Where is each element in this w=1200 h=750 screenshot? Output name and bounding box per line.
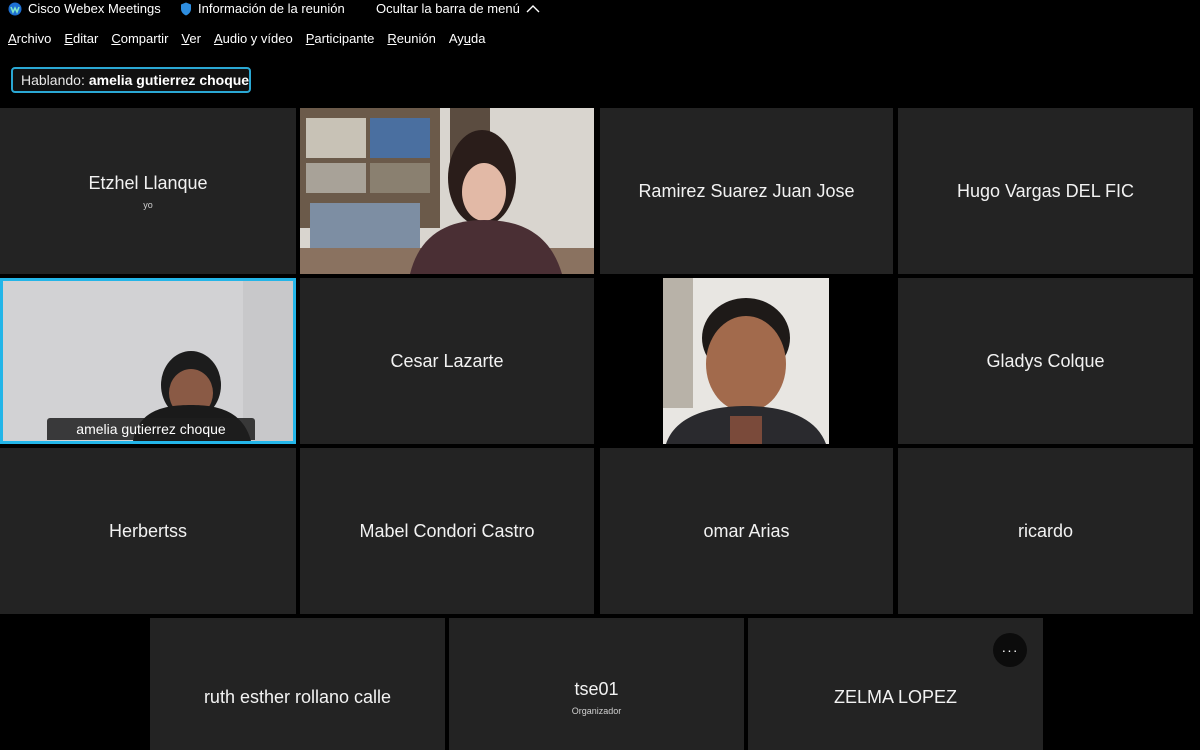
participant-name: Mabel Condori Castro xyxy=(359,520,535,541)
menu-item-mnemonic: E xyxy=(64,31,74,46)
meeting-info-button[interactable]: Información de la reunión xyxy=(180,1,345,16)
menu-item-participante[interactable]: Participante xyxy=(306,31,375,49)
chevron-up-icon xyxy=(526,4,540,12)
hide-menu-label: Ocultar la barra de menú xyxy=(376,1,520,16)
menu-item-text: ditar xyxy=(73,31,99,46)
participant-tile[interactable]: Etzhel Llanque yo xyxy=(0,108,296,274)
more-options-icon: ··· xyxy=(1001,642,1019,658)
participant-tile[interactable]: omar Arias xyxy=(600,448,893,614)
participant-name: Herbertss xyxy=(108,520,188,541)
menu-item-mnemonic: A xyxy=(8,31,17,46)
participant-name: Cesar Lazarte xyxy=(390,350,504,371)
menu-item-mnemonic: A xyxy=(213,31,223,46)
participant-tile[interactable]: tse01 Organizador xyxy=(449,618,744,750)
participant-name: tse01 xyxy=(574,678,619,699)
participant-name: omar Arias xyxy=(703,520,790,541)
participant-name: ruth esther rollano calle xyxy=(203,686,392,707)
menu-item-ayuda[interactable]: Ayuda xyxy=(449,31,486,49)
menu-item-text: er xyxy=(189,31,201,46)
participant-self-label: yo xyxy=(143,199,153,210)
participant-tile[interactable]: ruth esther rollano calle xyxy=(150,618,445,750)
menu-item-ver[interactable]: Ver xyxy=(181,31,201,49)
menu-item-text: rchivo xyxy=(16,31,52,46)
participant-video-tile[interactable] xyxy=(300,108,594,274)
participant-name: Ramirez Suarez Juan Jose xyxy=(638,180,855,201)
participant-tile[interactable]: Hugo Vargas DEL FIC xyxy=(898,108,1193,274)
app-name: Cisco Webex Meetings xyxy=(28,1,161,16)
menu-item-editar[interactable]: Editar xyxy=(64,31,98,49)
participant-tile[interactable]: Mabel Condori Castro xyxy=(300,448,594,614)
participant-tile[interactable]: Herbertss xyxy=(0,448,296,614)
menu-item-text: eunión xyxy=(396,31,436,46)
speaking-label: Hablando: xyxy=(21,72,85,88)
shield-icon xyxy=(181,2,191,15)
menu-item-archivo[interactable]: Archivo xyxy=(8,31,51,49)
menu-item-mnemonic: C xyxy=(111,31,121,46)
menu-item-compartir[interactable]: Compartir xyxy=(111,31,168,49)
hide-menu-button[interactable]: Ocultar la barra de menú xyxy=(376,1,540,16)
menu-bar: Archivo Editar Compartir Ver Audio y vídeo Pa… xyxy=(8,31,498,49)
participant-tile[interactable]: Ramirez Suarez Juan Jose xyxy=(600,108,893,274)
menu-item-reunión[interactable]: Reunión xyxy=(387,31,435,49)
more-options-button[interactable]: ··· xyxy=(993,633,1027,667)
participant-tile[interactable]: Cesar Lazarte xyxy=(300,278,594,444)
video-feed-image xyxy=(300,108,594,274)
participant-name-overlay: amelia gutierrez choque xyxy=(47,418,255,440)
participant-name: Hugo Vargas DEL FIC xyxy=(956,180,1135,201)
menu-item-text: ompartir xyxy=(120,31,169,46)
menu-item-text: Ay xyxy=(448,31,464,46)
video-feed-image xyxy=(600,278,893,444)
app-title: Cisco Webex Meetings xyxy=(8,1,161,16)
participant-tile[interactable]: ricardo xyxy=(898,448,1193,614)
participant-video-tile-active-speaker[interactable]: amelia gutierrez choque xyxy=(0,278,296,444)
menu-item-mnemonic: u xyxy=(463,31,471,46)
participant-role-label: Organizador xyxy=(571,705,622,716)
meeting-info-label: Información de la reunión xyxy=(198,1,345,16)
participant-name: Gladys Colque xyxy=(986,350,1105,371)
video-feed-image xyxy=(3,281,293,441)
menu-item-text: da xyxy=(470,31,486,46)
speaking-name: amelia gutierrez choque xyxy=(88,72,250,88)
menu-item-text: articipante xyxy=(314,31,375,46)
participant-tile[interactable]: Gladys Colque xyxy=(898,278,1193,444)
speaking-indicator: Hablando: amelia gutierrez choque xyxy=(11,67,251,93)
menu-item-mnemonic: R xyxy=(387,31,397,46)
menu-item-text: udio y vídeo xyxy=(222,31,293,46)
window-titlebar: Cisco Webex Meetings Información de la r… xyxy=(0,0,1200,20)
participant-video-tile[interactable] xyxy=(600,278,893,444)
webex-logo-icon xyxy=(8,2,22,15)
menu-item-audio-y-vídeo[interactable]: Audio y vídeo xyxy=(214,31,293,49)
participant-tile[interactable]: ZELMA LOPEZ ··· xyxy=(748,618,1043,750)
participant-name: ricardo xyxy=(1017,520,1074,541)
participant-name: Etzhel Llanque xyxy=(88,172,208,193)
participant-name: ZELMA LOPEZ xyxy=(833,686,958,707)
